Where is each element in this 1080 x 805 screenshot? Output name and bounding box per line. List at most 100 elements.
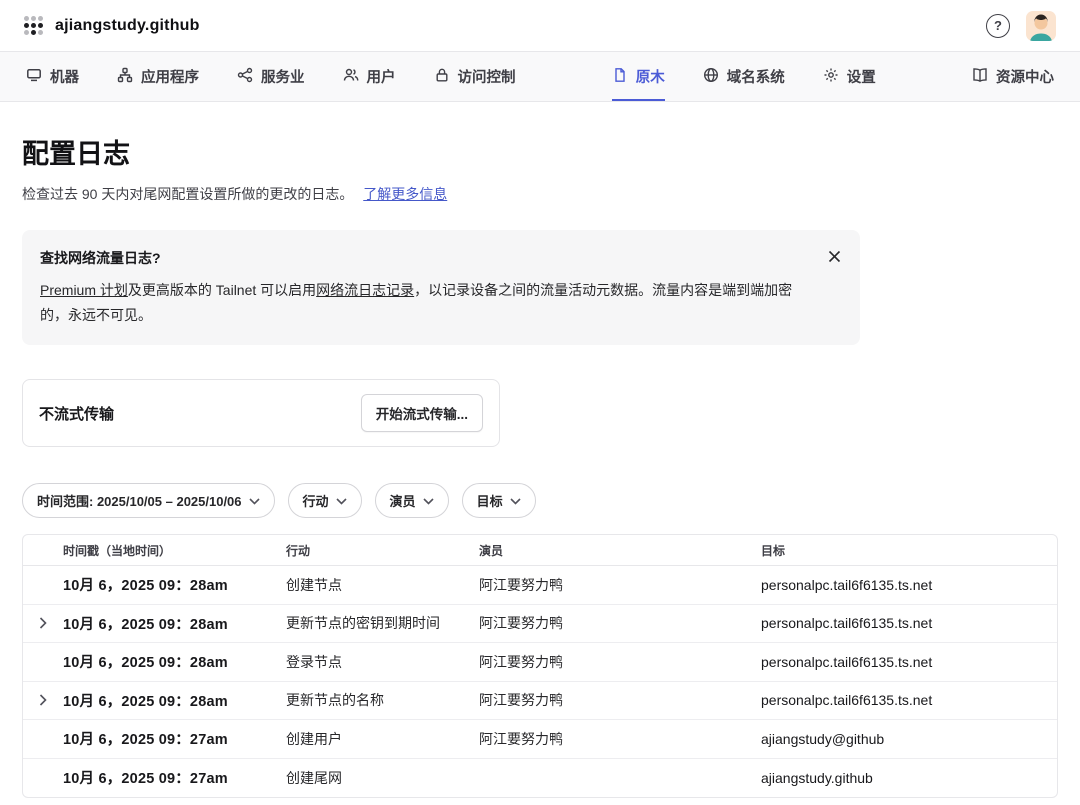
close-icon[interactable] <box>824 246 844 266</box>
date-range-label: 时间范围: 2025/10/05 – 2025/10/06 <box>37 491 242 510</box>
row-timestamp: 10月 6，2025 09：28am <box>63 613 286 634</box>
row-action: 更新节点的名称 <box>286 690 479 710</box>
row-actor: 阿江要努力鸭 <box>479 690 761 710</box>
book-icon <box>972 67 988 87</box>
page-title: 配置日志 <box>22 132 1058 171</box>
nav-label: 服务业 <box>261 66 305 87</box>
chevron-down-icon <box>249 493 260 508</box>
nav-item-services[interactable]: 服务业 <box>237 52 305 101</box>
main-content: 配置日志 检查过去 90 天内对尾网配置设置所做的更改的日志。 了解更多信息 查… <box>0 132 1080 805</box>
gear-icon <box>823 67 839 87</box>
target-filter-label: 目标 <box>477 491 503 510</box>
row-action: 创建节点 <box>286 575 479 595</box>
chevron-right-icon[interactable] <box>23 617 63 629</box>
row-timestamp: 10月 6，2025 09：27am <box>63 767 286 788</box>
help-icon[interactable]: ? <box>986 14 1010 38</box>
banner-body: Premium 计划及更高版本的 Tailnet 可以启用网络流日志记录，以记录… <box>40 278 816 327</box>
start-streaming-button[interactable]: 开始流式传输... <box>361 394 483 432</box>
apps-icon <box>117 67 133 87</box>
row-timestamp: 10月 6，2025 09：28am <box>63 574 286 595</box>
services-icon <box>237 67 253 87</box>
tailnet-name: ajiangstudy.github <box>55 17 200 35</box>
tailscale-logo-icon <box>24 16 43 35</box>
nav-item-apps[interactable]: 应用程序 <box>117 52 199 101</box>
page-description-text: 检查过去 90 天内对尾网配置设置所做的更改的日志。 <box>22 186 353 202</box>
logs-icon <box>612 67 628 87</box>
table-row: 10月 6，2025 09：27am 创建用户 阿江要努力鸭 ajiangstu… <box>23 720 1057 759</box>
row-action: 登录节点 <box>286 652 479 672</box>
row-actor: 阿江要努力鸭 <box>479 652 761 672</box>
row-target: ajiangstudy@github <box>761 731 1057 747</box>
action-filter-label: 行动 <box>303 491 329 510</box>
row-target: personalpc.tail6f6135.ts.net <box>761 692 1057 708</box>
col-actor: 演员 <box>479 542 761 559</box>
network-flow-logs-link[interactable]: 网络流日志记录 <box>316 282 414 298</box>
target-filter[interactable]: 目标 <box>462 483 536 518</box>
chevron-down-icon <box>336 493 347 508</box>
row-actor: 阿江要努力鸭 <box>479 613 761 633</box>
table-row: 10月 6，2025 09：28am 登录节点 阿江要努力鸭 personalp… <box>23 643 1057 682</box>
col-timestamp: 时间戳（当地时间） <box>63 542 286 559</box>
main-nav: 机器 应用程序 服务业 <box>0 52 1080 102</box>
nav-item-access-controls[interactable]: 访问控制 <box>434 52 516 101</box>
table-row: 10月 6，2025 09：27am 创建尾网 ajiangstudy.gith… <box>23 759 1057 798</box>
nav-label: 机器 <box>50 66 79 87</box>
action-filter[interactable]: 行动 <box>288 483 362 518</box>
table-row: 10月 6，2025 09：28am 创建节点 阿江要努力鸭 personalp… <box>23 566 1057 605</box>
premium-plan-link[interactable]: Premium 计划 <box>40 282 128 298</box>
banner-text: 及更高版本的 Tailnet 可以启用 <box>128 282 316 298</box>
table-row[interactable]: 10月 6，2025 09：28am 更新节点的名称 阿江要努力鸭 person… <box>23 682 1057 721</box>
row-target: personalpc.tail6f6135.ts.net <box>761 615 1057 631</box>
row-action: 创建尾网 <box>286 768 479 788</box>
nav-item-logs[interactable]: 原木 <box>612 52 665 101</box>
config-log-table: 时间戳（当地时间） 行动 演员 目标 10月 6，2025 09：28am 创建… <box>22 534 1058 798</box>
nav-label: 用户 <box>367 66 396 87</box>
network-flow-banner: 查找网络流量日志? Premium 计划及更高版本的 Tailnet 可以启用网… <box>22 230 860 345</box>
row-timestamp: 10月 6，2025 09：28am <box>63 690 286 711</box>
chevron-right-icon[interactable] <box>23 694 63 706</box>
nav-item-resource-center[interactable]: 资源中心 <box>972 52 1054 101</box>
nav-group-left: 机器 应用程序 服务业 <box>26 52 516 101</box>
row-target: personalpc.tail6f6135.ts.net <box>761 654 1057 670</box>
col-action: 行动 <box>286 542 479 559</box>
date-range-filter[interactable]: 时间范围: 2025/10/05 – 2025/10/06 <box>22 483 275 518</box>
row-target: ajiangstudy.github <box>761 770 1057 786</box>
top-bar: ajiangstudy.github ? <box>0 0 1080 52</box>
avatar[interactable] <box>1026 11 1056 41</box>
row-timestamp: 10月 6，2025 09：28am <box>63 651 286 672</box>
lock-icon <box>434 67 450 87</box>
learn-more-link[interactable]: 了解更多信息 <box>363 186 447 202</box>
actor-filter[interactable]: 演员 <box>375 483 449 518</box>
page-description: 检查过去 90 天内对尾网配置设置所做的更改的日志。 了解更多信息 <box>22 184 1058 204</box>
nav-item-settings[interactable]: 设置 <box>823 52 876 101</box>
users-icon <box>343 67 359 87</box>
nav-label: 原木 <box>636 66 665 87</box>
nav-label: 应用程序 <box>141 66 199 87</box>
nav-group-right: 资源中心 <box>972 52 1054 101</box>
globe-icon <box>703 67 719 87</box>
nav-item-machines[interactable]: 机器 <box>26 52 79 101</box>
banner-title: 查找网络流量日志? <box>40 248 816 268</box>
nav-item-users[interactable]: 用户 <box>343 52 396 101</box>
row-target: personalpc.tail6f6135.ts.net <box>761 577 1057 593</box>
nav-group-middle: 原木 域名系统 设置 <box>612 52 876 101</box>
nav-label: 域名系统 <box>727 66 785 87</box>
streaming-status: 不流式传输 <box>39 403 114 424</box>
nav-label: 访问控制 <box>458 66 516 87</box>
table-row[interactable]: 10月 6，2025 09：28am 更新节点的密钥到期时间 阿江要努力鸭 pe… <box>23 605 1057 644</box>
machines-icon <box>26 67 42 87</box>
chevron-down-icon <box>423 493 434 508</box>
row-timestamp: 10月 6，2025 09：27am <box>63 728 286 749</box>
filters-bar: 时间范围: 2025/10/05 – 2025/10/06 行动 演员 目标 <box>22 483 1058 518</box>
row-actor: 阿江要努力鸭 <box>479 575 761 595</box>
col-target: 目标 <box>761 542 1057 559</box>
row-action: 创建用户 <box>286 729 479 749</box>
streaming-card: 不流式传输 开始流式传输... <box>22 379 500 447</box>
row-action: 更新节点的密钥到期时间 <box>286 613 479 633</box>
nav-label: 设置 <box>847 66 876 87</box>
actor-filter-label: 演员 <box>390 491 416 510</box>
nav-label: 资源中心 <box>996 66 1054 87</box>
table-header: 时间戳（当地时间） 行动 演员 目标 <box>23 535 1057 566</box>
chevron-down-icon <box>510 493 521 508</box>
nav-item-dns[interactable]: 域名系统 <box>703 52 785 101</box>
